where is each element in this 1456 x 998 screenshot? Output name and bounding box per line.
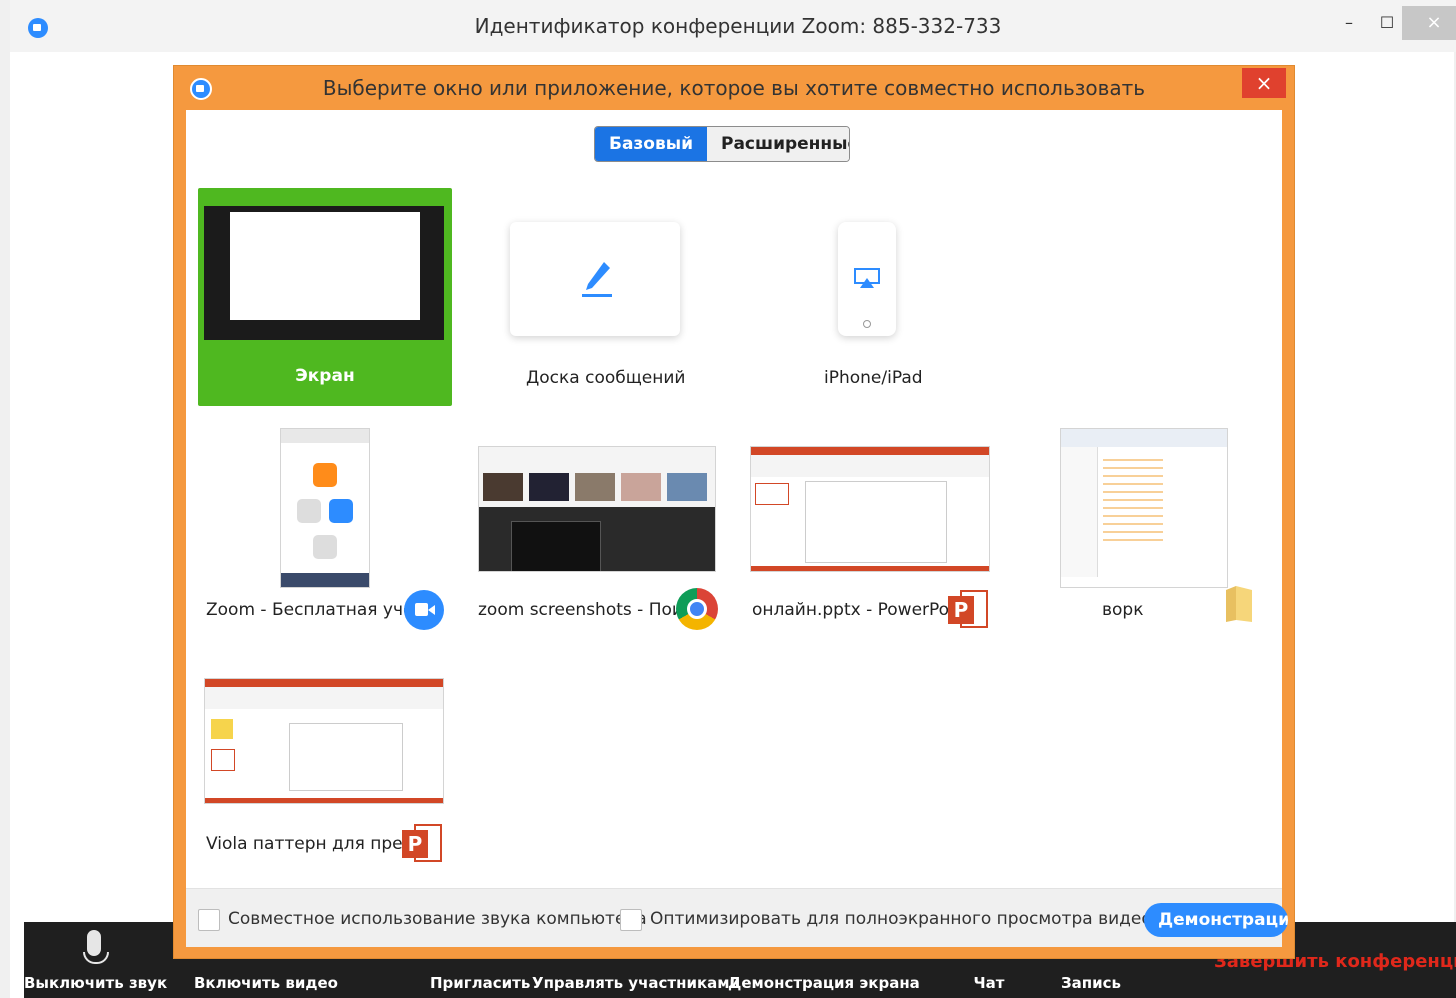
mute-button[interactable]: Выключить звук	[24, 922, 168, 998]
screen-thumbnail	[204, 206, 444, 340]
powerpoint-icon: P	[948, 588, 990, 630]
screen-label: Экран	[295, 366, 355, 386]
window-label-powerpoint: онлайн.pptx - PowerPoi...	[752, 600, 970, 620]
window-thumbnail-zoom[interactable]	[280, 428, 370, 588]
share-dialog: Выберите окно или приложение, которое вы…	[174, 66, 1294, 958]
microphone-icon	[83, 930, 109, 964]
share-option-iphone[interactable]	[838, 222, 896, 336]
title-bar: Идентификатор конференции Zoom: 885-332-…	[10, 0, 1456, 52]
powerpoint-letter: P	[948, 596, 974, 624]
tab-basic[interactable]: Базовый	[595, 127, 707, 161]
minimize-button[interactable]: –	[1328, 6, 1370, 40]
powerpoint-icon: P	[402, 822, 444, 864]
invite-label: Пригласить	[430, 974, 531, 992]
zoom-app-icon	[404, 590, 444, 630]
tab-advanced[interactable]: Расширенные	[707, 127, 849, 161]
share-option-whiteboard[interactable]	[510, 222, 680, 336]
dialog-body: Базовый Расширенные Экран Доска сообщени…	[186, 110, 1288, 947]
share-button[interactable]: Демонстрация	[1144, 903, 1288, 937]
iphone-label: iPhone/iPad	[824, 368, 923, 388]
window-thumbnail-powerpoint-2[interactable]	[204, 678, 444, 804]
video-label: Включить видео	[194, 974, 338, 992]
phone-home-button-icon	[863, 320, 871, 328]
dialog-close-button[interactable]: ×	[1242, 68, 1286, 98]
whiteboard-label: Доска сообщений	[526, 368, 686, 388]
folder-icon	[1226, 586, 1252, 622]
dialog-footer: Совместное использование звука компьютер…	[186, 888, 1288, 947]
mute-label: Выключить звук	[24, 974, 168, 992]
record-label: Запись	[1060, 974, 1122, 992]
window-thumbnail-chrome[interactable]	[478, 446, 716, 572]
powerpoint-letter: P	[402, 830, 428, 858]
optimize-video-checkbox[interactable]	[620, 909, 642, 931]
window-label-folder: ворк	[1102, 600, 1144, 620]
window-thumbnail-powerpoint[interactable]	[750, 446, 990, 572]
airplay-icon	[854, 268, 880, 288]
chrome-icon	[676, 588, 718, 630]
share-option-screen[interactable]: Экран	[198, 188, 452, 406]
share-sound-checkbox[interactable]	[198, 909, 220, 931]
dialog-title: Выберите окно или приложение, которое вы…	[322, 76, 1146, 100]
share-mode-tabs: Базовый Расширенные	[594, 126, 850, 162]
participants-label: Управлять участниками	[532, 974, 741, 992]
share-sound-label: Совместное использование звука компьютер…	[228, 909, 647, 929]
pencil-icon	[582, 262, 612, 297]
chat-label: Чат	[973, 974, 1005, 992]
window-label-chrome: zoom screenshots - Пои...	[478, 600, 700, 620]
screen-thumbnail-content	[230, 212, 420, 320]
close-window-button[interactable]: ×	[1402, 6, 1456, 40]
share-screen-label: Демонстрация экрана	[728, 974, 920, 992]
window-title: Идентификатор конференции Zoom: 885-332-…	[474, 14, 1002, 38]
window-thumbnail-folder[interactable]	[1060, 428, 1228, 588]
optimize-video-label: Оптимизировать для полноэкранного просмо…	[650, 909, 1216, 929]
window-label-zoom: Zoom - Бесплатная уче...	[206, 600, 430, 620]
